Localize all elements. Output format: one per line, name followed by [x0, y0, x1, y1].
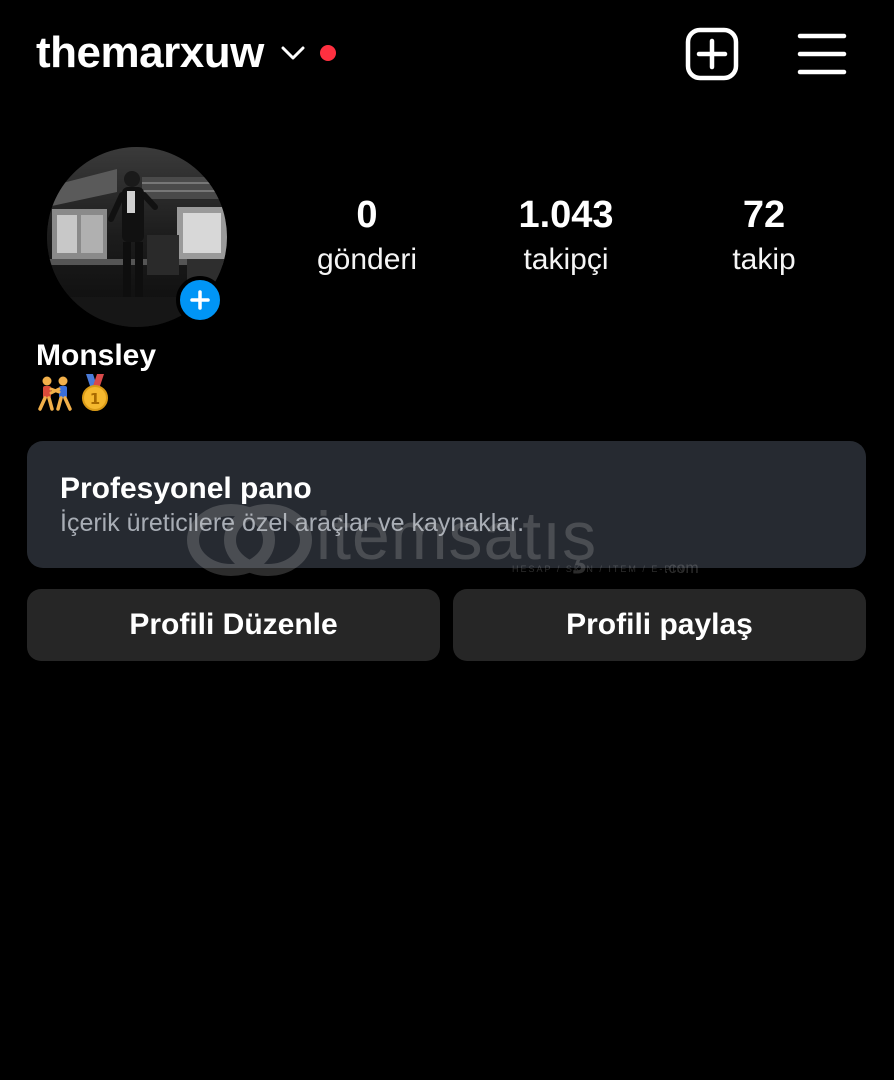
plus-icon	[190, 290, 210, 310]
professional-dashboard-card[interactable]: Profesyonel pano İçerik üreticilere özel…	[27, 441, 866, 568]
followers-count[interactable]: 1.043 takipçi	[476, 190, 656, 280]
new-post-button[interactable]	[684, 26, 740, 82]
followers-label: takipçi	[523, 243, 609, 276]
hamburger-menu-icon	[797, 33, 847, 75]
edit-profile-button[interactable]: Profili Düzenle	[27, 589, 440, 661]
account-switcher[interactable]: themarxuw	[36, 24, 336, 82]
posts-count[interactable]: 0 gönderi	[277, 190, 457, 280]
share-profile-button[interactable]: Profili paylaş	[453, 589, 866, 661]
posts-value: 0	[356, 194, 378, 236]
top-bar: themarxuw	[0, 0, 894, 110]
following-count[interactable]: 72 takip	[674, 190, 854, 280]
chevron-down-icon	[280, 40, 306, 66]
add-story-button[interactable]	[176, 276, 224, 324]
following-value: 72	[742, 194, 786, 236]
first-place-medal-emoji: 1	[82, 374, 108, 411]
pro-dashboard-title: Profesyonel pano	[60, 472, 312, 505]
followers-value: 1.043	[518, 194, 614, 236]
wrestlers-emoji	[38, 376, 72, 411]
posts-label: gönderi	[316, 243, 418, 276]
plus-square-icon	[685, 27, 739, 81]
svg-text:1: 1	[90, 390, 100, 408]
menu-button[interactable]	[794, 26, 850, 82]
username: themarxuw	[36, 28, 264, 77]
notification-dot	[319, 45, 336, 61]
following-label: takip	[732, 243, 796, 276]
pro-dashboard-subtitle: İçerik üreticilere özel araçlar ve kayna…	[60, 509, 525, 537]
display-name: Monsley	[36, 339, 157, 372]
bio: 1	[36, 374, 110, 412]
